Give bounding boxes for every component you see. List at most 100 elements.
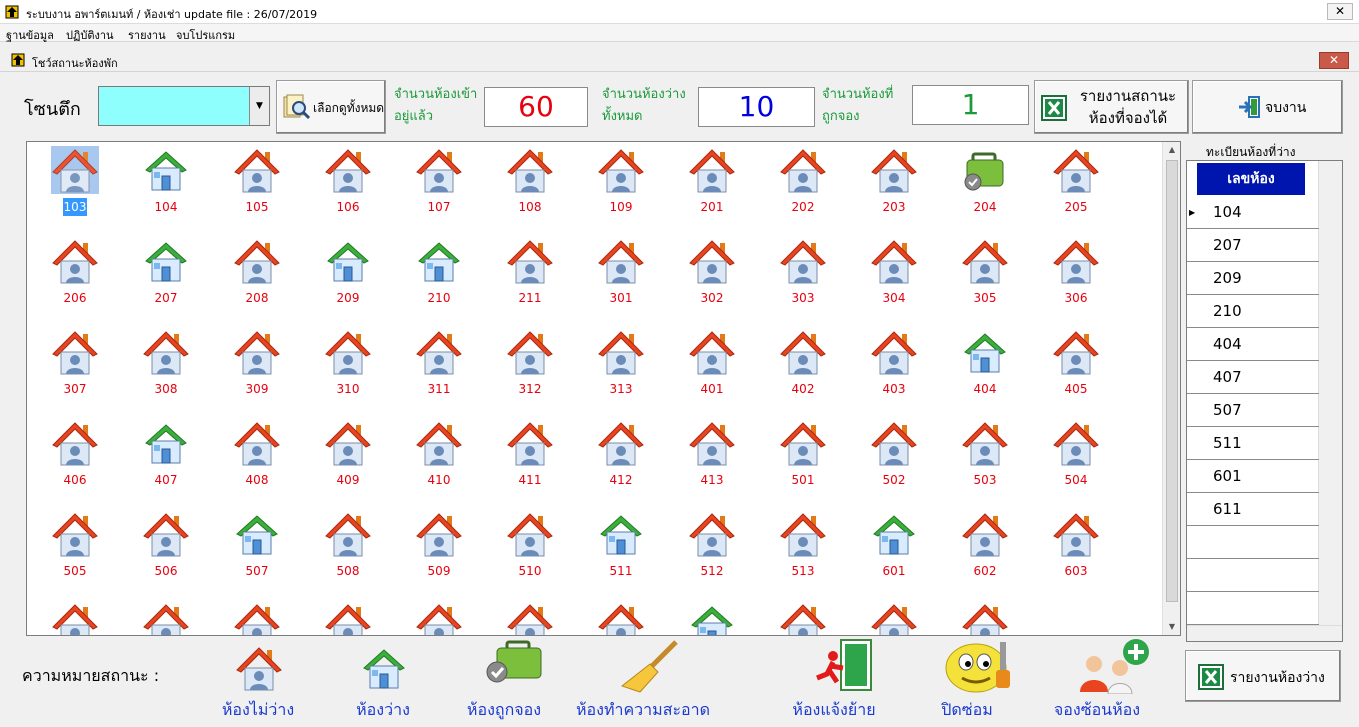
menu-database[interactable]: ฐานข้อมูล [6, 26, 54, 44]
room-203[interactable]: 203 [846, 142, 936, 222]
room-601[interactable]: 601 [846, 506, 936, 586]
room-503[interactable]: 503 [937, 415, 1027, 495]
menu-exit[interactable]: จบโปรแกรม [176, 26, 235, 44]
end-button[interactable]: จบงาน [1192, 80, 1343, 134]
row-selector[interactable] [1187, 526, 1197, 559]
room-406[interactable]: 406 [27, 415, 117, 495]
room-310[interactable]: 310 [300, 324, 390, 404]
room-413[interactable]: 413 [664, 415, 754, 495]
available-row[interactable]: 207 [1197, 229, 1319, 262]
room-partial[interactable] [482, 597, 572, 635]
report-available-button[interactable]: รายงานห้องว่าง [1185, 650, 1341, 702]
room-108[interactable]: 108 [482, 142, 572, 222]
available-row[interactable]: 104 [1197, 196, 1319, 229]
available-row[interactable]: 210 [1197, 295, 1319, 328]
row-selector[interactable] [1187, 361, 1197, 394]
room-306[interactable]: 306 [1028, 233, 1118, 313]
room-504[interactable]: 504 [1028, 415, 1118, 495]
room-513[interactable]: 513 [755, 506, 845, 586]
room-505[interactable]: 505 [27, 506, 117, 586]
room-410[interactable]: 410 [391, 415, 481, 495]
room-301[interactable]: 301 [573, 233, 663, 313]
menu-reports[interactable]: รายงาน [128, 26, 166, 44]
room-603[interactable]: 603 [1028, 506, 1118, 586]
room-206[interactable]: 206 [27, 233, 117, 313]
room-511[interactable]: 511 [573, 506, 663, 586]
room-308[interactable]: 308 [118, 324, 208, 404]
room-partial[interactable] [573, 597, 663, 635]
available-row[interactable] [1197, 526, 1319, 559]
room-partial[interactable] [300, 597, 390, 635]
room-404[interactable]: 404 [937, 324, 1027, 404]
row-selector[interactable] [1187, 295, 1197, 328]
room-305[interactable]: 305 [937, 233, 1027, 313]
room-partial[interactable] [664, 597, 754, 635]
room-409[interactable]: 409 [300, 415, 390, 495]
report-bookable-button[interactable]: รายงานสถานะห้องที่จองได้ [1034, 80, 1189, 134]
room-partial[interactable] [391, 597, 481, 635]
room-312[interactable]: 312 [482, 324, 572, 404]
row-selector[interactable] [1187, 262, 1197, 295]
available-vscrollbar[interactable] [1318, 161, 1342, 626]
room-106[interactable]: 106 [300, 142, 390, 222]
scroll-thumb[interactable] [1166, 160, 1178, 602]
room-309[interactable]: 309 [209, 324, 299, 404]
room-partial[interactable] [846, 597, 936, 635]
scroll-down-arrow-icon[interactable]: ▼ [1163, 619, 1180, 635]
available-row[interactable]: 507 [1197, 394, 1319, 427]
room-103[interactable]: 103 [27, 142, 117, 222]
room-407[interactable]: 407 [118, 415, 208, 495]
dropdown-arrow-icon[interactable]: ▼ [249, 87, 269, 125]
menu-operations[interactable]: ปฏิบัติงาน [66, 26, 114, 44]
room-602[interactable]: 602 [937, 506, 1027, 586]
available-row[interactable]: 611 [1197, 493, 1319, 526]
room-412[interactable]: 412 [573, 415, 663, 495]
available-row[interactable]: 407 [1197, 361, 1319, 394]
row-selector[interactable] [1187, 493, 1197, 526]
room-partial[interactable] [27, 597, 117, 635]
room-211[interactable]: 211 [482, 233, 572, 313]
room-109[interactable]: 109 [573, 142, 663, 222]
row-selector[interactable] [1187, 427, 1197, 460]
row-selector[interactable] [1187, 592, 1197, 625]
room-403[interactable]: 403 [846, 324, 936, 404]
available-hscrollbar[interactable] [1187, 625, 1342, 641]
available-row[interactable]: 601 [1197, 460, 1319, 493]
room-510[interactable]: 510 [482, 506, 572, 586]
room-401[interactable]: 401 [664, 324, 754, 404]
room-204[interactable]: 204 [937, 142, 1027, 222]
room-405[interactable]: 405 [1028, 324, 1118, 404]
room-402[interactable]: 402 [755, 324, 845, 404]
available-row[interactable]: 404 [1197, 328, 1319, 361]
room-205[interactable]: 205 [1028, 142, 1118, 222]
zone-dropdown[interactable]: ▼ [98, 86, 270, 126]
room-209[interactable]: 209 [300, 233, 390, 313]
room-408[interactable]: 408 [209, 415, 299, 495]
form-close-button[interactable]: ✕ [1319, 52, 1349, 69]
room-202[interactable]: 202 [755, 142, 845, 222]
room-grid-scrollbar[interactable]: ▲ ▼ [1162, 142, 1180, 635]
room-307[interactable]: 307 [27, 324, 117, 404]
room-partial[interactable] [755, 597, 845, 635]
room-210[interactable]: 210 [391, 233, 481, 313]
row-pointer-icon[interactable]: ▶ [1187, 196, 1197, 229]
room-107[interactable]: 107 [391, 142, 481, 222]
available-row[interactable]: 511 [1197, 427, 1319, 460]
room-304[interactable]: 304 [846, 233, 936, 313]
room-313[interactable]: 313 [573, 324, 663, 404]
room-partial[interactable] [937, 597, 1027, 635]
row-selector[interactable] [1187, 328, 1197, 361]
room-105[interactable]: 105 [209, 142, 299, 222]
room-208[interactable]: 208 [209, 233, 299, 313]
room-502[interactable]: 502 [846, 415, 936, 495]
room-104[interactable]: 104 [118, 142, 208, 222]
room-411[interactable]: 411 [482, 415, 572, 495]
room-partial[interactable] [209, 597, 299, 635]
room-207[interactable]: 207 [118, 233, 208, 313]
room-508[interactable]: 508 [300, 506, 390, 586]
room-501[interactable]: 501 [755, 415, 845, 495]
room-506[interactable]: 506 [118, 506, 208, 586]
room-512[interactable]: 512 [664, 506, 754, 586]
room-303[interactable]: 303 [755, 233, 845, 313]
available-row[interactable]: 209 [1197, 262, 1319, 295]
